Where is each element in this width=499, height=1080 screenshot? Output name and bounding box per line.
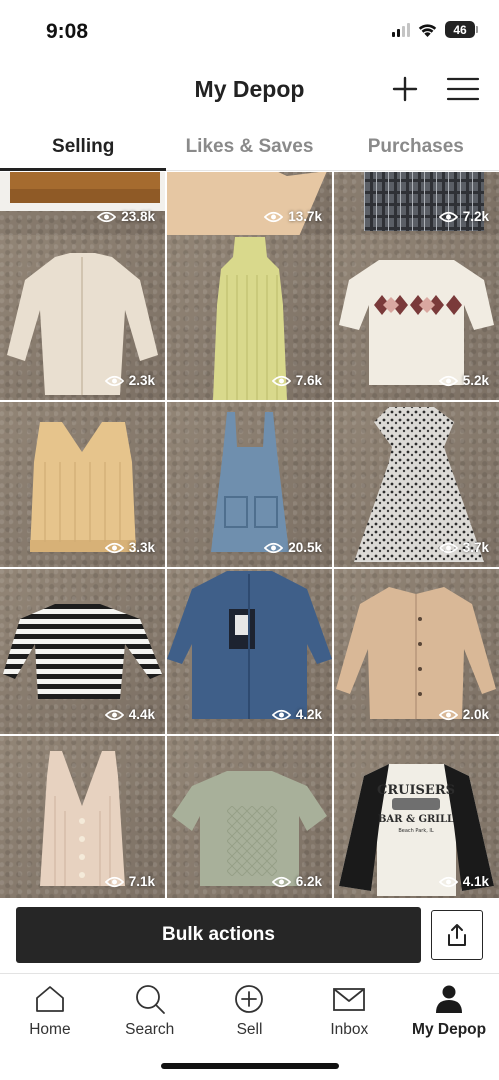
nav-item-sell[interactable]: Sell <box>200 975 300 1045</box>
tab-purchases[interactable]: Purchases <box>333 124 499 170</box>
nav-label-inbox: Inbox <box>330 1021 369 1038</box>
eye-icon <box>97 211 117 222</box>
listing-tile[interactable]: 2.0k <box>334 569 499 734</box>
listing-tile[interactable]: 4.4k <box>0 569 165 734</box>
eye-icon <box>271 876 291 887</box>
listing-tile[interactable]: CRUISERS BAR & GRILL Beach Park, IL 4.1k <box>334 736 499 898</box>
profile-icon <box>436 985 463 1013</box>
eye-icon <box>104 876 124 887</box>
view-count: 7.2k <box>438 209 489 224</box>
status-bar: 9:08 46 <box>0 0 499 60</box>
menu-button[interactable] <box>446 74 480 104</box>
eye-icon <box>264 542 284 553</box>
eye-icon <box>264 211 284 222</box>
action-bar: Bulk actions <box>0 898 499 974</box>
listing-tile[interactable]: 3.7k <box>334 402 499 567</box>
home-icon <box>35 986 64 1012</box>
listing-tile[interactable]: 7.1k <box>0 736 165 898</box>
profile-tabs: Selling Likes & Saves Purchases <box>0 124 499 171</box>
eye-icon <box>271 375 291 386</box>
view-count: 4.4k <box>104 707 155 722</box>
tab-likes-saves[interactable]: Likes & Saves <box>166 124 332 170</box>
bottom-nav: Home Search Sell Inbox My Depop <box>0 975 499 1045</box>
tab-selling[interactable]: Selling <box>0 124 167 171</box>
status-icons: 46 <box>392 21 478 38</box>
listings-grid: 23.8k 13.7k 7.2k 2.3k 7.6k 5.2k 3.3k 20.… <box>0 172 499 898</box>
listing-tile[interactable]: 2.3k <box>0 235 165 400</box>
listing-tile[interactable]: 3.3k <box>0 402 165 567</box>
nav-label-home: Home <box>29 1021 71 1038</box>
view-count: 13.7k <box>264 209 322 224</box>
print-text-2: BAR & GRILL <box>378 814 454 825</box>
eye-icon <box>104 375 124 386</box>
nav-label-my-depop: My Depop <box>412 1021 487 1038</box>
eye-icon <box>438 709 458 720</box>
eye-icon <box>438 375 458 386</box>
listing-tile[interactable]: 5.2k <box>334 235 499 400</box>
share-button[interactable] <box>431 910 483 960</box>
search-icon <box>135 985 165 1014</box>
nav-label-search: Search <box>125 1021 175 1038</box>
nav-item-inbox[interactable]: Inbox <box>299 975 399 1045</box>
eye-icon <box>104 542 124 553</box>
inbox-icon <box>333 988 366 1011</box>
view-count: 20.5k <box>264 540 322 555</box>
print-text-3: Beach Park, IL <box>398 828 434 834</box>
view-count: 7.6k <box>271 373 322 388</box>
bulk-actions-button[interactable]: Bulk actions <box>16 907 421 963</box>
listing-tile[interactable]: 13.7k <box>167 172 332 236</box>
eye-icon <box>438 211 458 222</box>
eye-icon <box>438 876 458 887</box>
view-count: 6.2k <box>271 874 322 889</box>
sell-icon <box>235 985 264 1013</box>
cellular-signal-icon <box>392 22 410 37</box>
nav-item-my-depop[interactable]: My Depop <box>399 975 499 1045</box>
page-title: My Depop <box>194 76 305 102</box>
battery-indicator: 46 <box>445 21 478 38</box>
nav-label-sell: Sell <box>236 1021 263 1038</box>
listing-tile[interactable]: 23.8k <box>0 172 165 236</box>
app-header: My Depop <box>0 60 499 122</box>
status-time: 9:08 <box>46 20 89 43</box>
plus-icon <box>392 76 418 102</box>
add-listing-button[interactable] <box>390 74 420 104</box>
nav-item-search[interactable]: Search <box>100 975 200 1045</box>
view-count: 23.8k <box>97 209 155 224</box>
listing-tile[interactable]: 7.6k <box>167 235 332 400</box>
print-text-1: CRUISERS <box>377 783 455 798</box>
nav-item-home[interactable]: Home <box>0 975 100 1045</box>
listing-tile[interactable]: 6.2k <box>167 736 332 898</box>
listing-tile[interactable]: 7.2k <box>334 172 499 236</box>
view-count: 2.0k <box>438 707 489 722</box>
share-icon <box>448 924 466 946</box>
view-count: 4.2k <box>271 707 322 722</box>
view-count: 3.7k <box>438 540 489 555</box>
view-count: 2.3k <box>104 373 155 388</box>
eye-icon <box>271 709 291 720</box>
view-count: 3.3k <box>104 540 155 555</box>
listing-tile[interactable]: 4.2k <box>167 569 332 734</box>
hamburger-menu-icon <box>446 77 480 101</box>
view-count: 5.2k <box>438 373 489 388</box>
eye-icon <box>104 709 124 720</box>
eye-icon <box>438 542 458 553</box>
home-indicator <box>161 1063 339 1069</box>
view-count: 7.1k <box>104 874 155 889</box>
listing-tile[interactable]: 20.5k <box>167 402 332 567</box>
wifi-icon <box>418 23 437 37</box>
view-count: 4.1k <box>438 874 489 889</box>
